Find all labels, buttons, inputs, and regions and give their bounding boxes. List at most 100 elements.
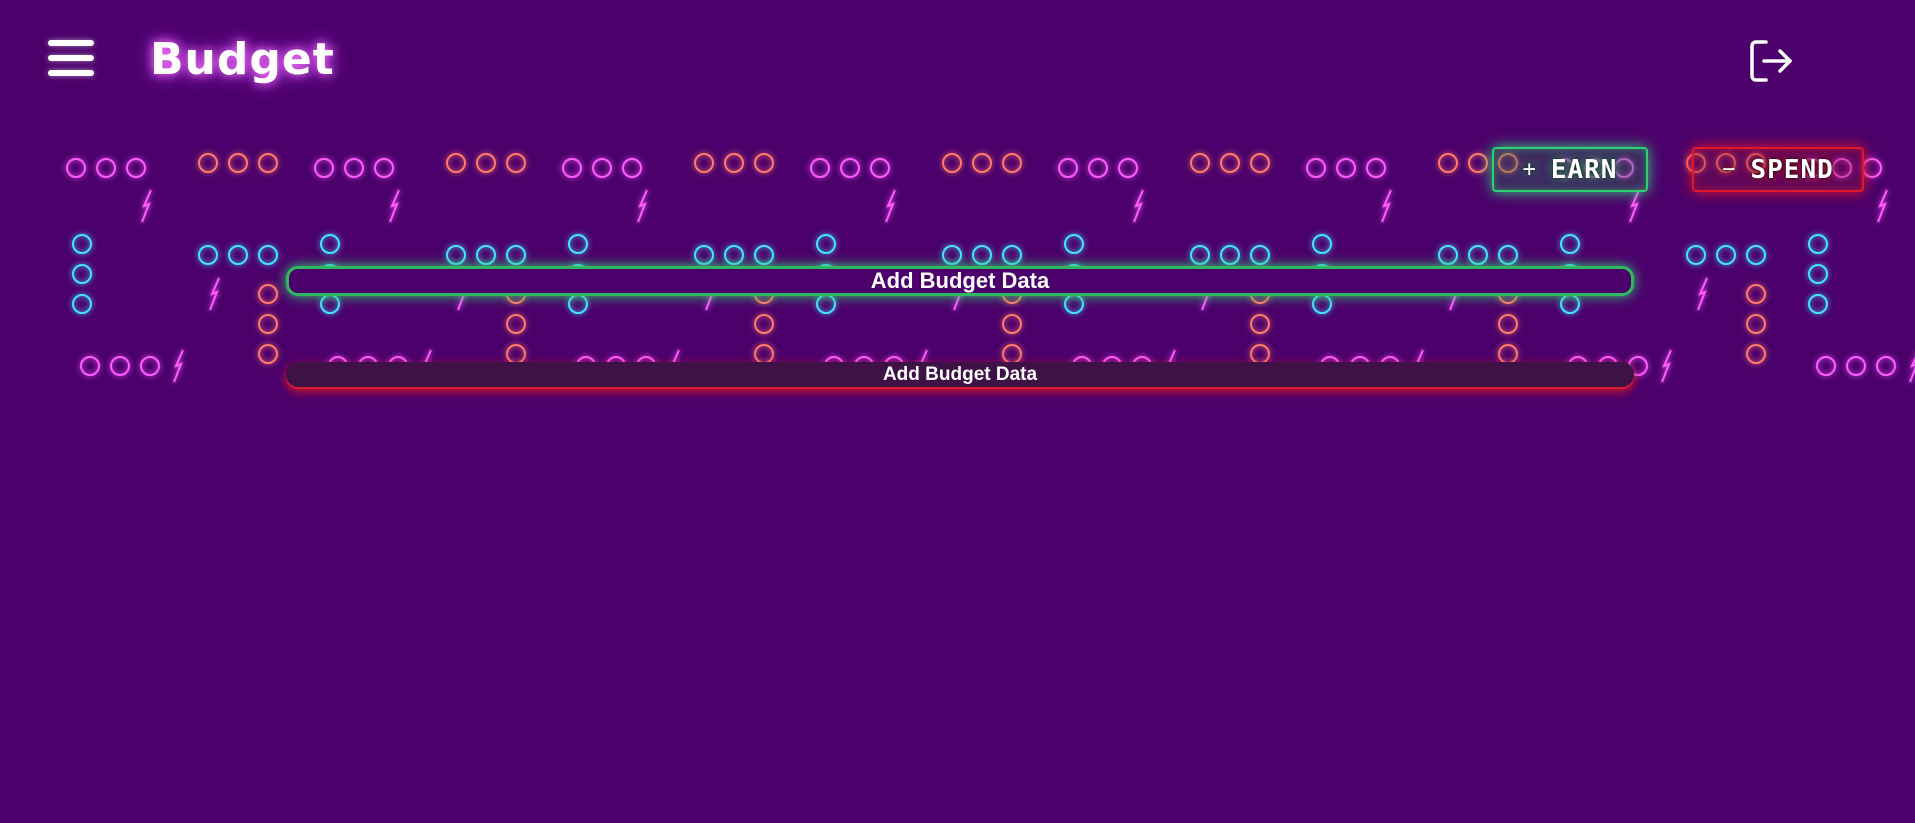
neon-circle [198, 153, 218, 173]
neon-circle [724, 153, 744, 173]
neon-circle [811, 191, 829, 209]
neon-circle [1863, 191, 1881, 209]
lightning-bolt-icon [1697, 277, 1708, 311]
neon-circle [568, 234, 588, 254]
neon-circle [506, 344, 526, 364]
neon-circle [1366, 158, 1386, 178]
earn-label: EARN [1550, 154, 1618, 185]
neon-circle [72, 264, 92, 284]
lightning-bolt-icon [209, 277, 220, 311]
neon-circle [1002, 314, 1022, 334]
neon-circle [1746, 344, 1766, 364]
neon-circle [1716, 245, 1736, 265]
neon-circle [1312, 294, 1332, 314]
neon-circle [320, 294, 340, 314]
neon-circle [506, 314, 526, 334]
neon-circle [694, 245, 714, 265]
neon-circle [841, 191, 859, 209]
neon-circle [1746, 245, 1766, 265]
neon-circle [1808, 294, 1828, 314]
neon-circle [375, 191, 393, 209]
neon-circle [67, 191, 85, 209]
neon-circle [816, 294, 836, 314]
neon-circle [562, 158, 582, 178]
neon-circle [1803, 191, 1821, 209]
neon-circle [1250, 344, 1270, 364]
neon-circle [754, 153, 774, 173]
neon-circle [1119, 191, 1137, 209]
neon-circle [1498, 314, 1518, 334]
lightning-bolt-icon [1661, 349, 1672, 383]
neon-circle [258, 344, 278, 364]
spend-button[interactable]: − SPEND [1692, 147, 1864, 192]
neon-circle [840, 158, 860, 178]
neon-circle [374, 158, 394, 178]
neon-circle [97, 191, 115, 209]
neon-circle [228, 245, 248, 265]
neon-circle [816, 234, 836, 254]
neon-circle [623, 191, 641, 209]
menu-bar [48, 40, 94, 46]
hamburger-menu-icon[interactable] [48, 40, 94, 82]
neon-circle [127, 191, 145, 209]
neon-circle [1312, 234, 1332, 254]
neon-circle [1002, 245, 1022, 265]
minus-icon: − [1722, 157, 1737, 182]
neon-circle [1585, 191, 1603, 209]
logout-icon[interactable] [1748, 38, 1794, 84]
neon-circle [593, 191, 611, 209]
neon-circle [110, 356, 130, 376]
lightning-bolt-icon [173, 349, 184, 383]
neon-circle [754, 245, 774, 265]
add-budget-data-earn-button[interactable]: Add Budget Data [286, 266, 1634, 296]
neon-circle [1336, 158, 1356, 178]
neon-circle [1002, 153, 1022, 173]
neon-circle [1560, 234, 1580, 254]
lightning-bolt-icon [1909, 356, 1915, 383]
menu-bar [48, 55, 94, 61]
neon-circle [258, 314, 278, 334]
neon-circle [72, 234, 92, 254]
neon-circle [1306, 158, 1326, 178]
neon-circle [1088, 158, 1108, 178]
neon-circle [568, 294, 588, 314]
neon-circle [1059, 191, 1077, 209]
add-budget-data-spend-button[interactable]: Add Budget Data [286, 362, 1634, 387]
neon-circle [871, 191, 889, 209]
neon-circle [66, 158, 86, 178]
neon-circle [1089, 191, 1107, 209]
neon-circle [506, 153, 526, 173]
neon-circle [1190, 245, 1210, 265]
neon-circle [1746, 314, 1766, 334]
neon-circle [972, 153, 992, 173]
neon-circle [315, 191, 333, 209]
neon-circle [1438, 245, 1458, 265]
neon-circle [1220, 245, 1240, 265]
app-header: Budget [0, 0, 1915, 120]
neon-circle [942, 153, 962, 173]
neon-circle [622, 158, 642, 178]
page-title: Budget [150, 34, 335, 85]
neon-circle [1468, 245, 1488, 265]
neon-circle [1468, 153, 1488, 173]
neon-circle [1337, 191, 1355, 209]
neon-circle [345, 191, 363, 209]
neon-circle [1250, 314, 1270, 334]
neon-circle [942, 245, 962, 265]
neon-circle [1615, 191, 1633, 209]
neon-circle [754, 344, 774, 364]
neon-circle [972, 245, 992, 265]
neon-circle [126, 158, 146, 178]
neon-circle [1250, 153, 1270, 173]
neon-circle [476, 245, 496, 265]
neon-circle [1118, 158, 1138, 178]
neon-circle [870, 158, 890, 178]
earn-button[interactable]: + EARN [1492, 147, 1648, 192]
neon-circle [320, 234, 340, 254]
neon-circle [228, 153, 248, 173]
spend-label: SPEND [1750, 154, 1834, 185]
neon-circle [754, 314, 774, 334]
menu-bar [48, 70, 94, 76]
neon-circle [1438, 153, 1458, 173]
neon-circle [198, 245, 218, 265]
